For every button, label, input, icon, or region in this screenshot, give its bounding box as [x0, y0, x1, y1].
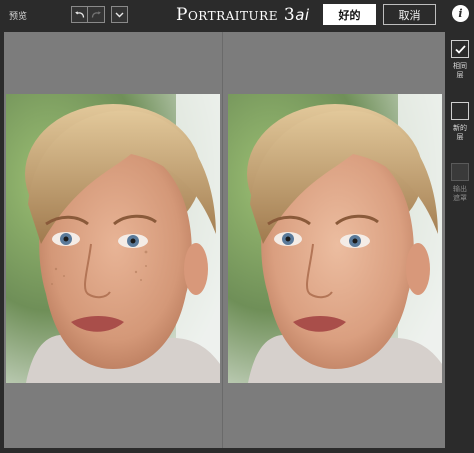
same-layer-checkbox[interactable] — [451, 40, 469, 58]
output-mask-label-line1: 输出 — [453, 185, 467, 193]
app-title-version: 3 — [283, 5, 296, 25]
top-toolbar: 预览 Portraiture 3ai 好的 取消 i — [0, 0, 474, 30]
history-dropdown-button[interactable] — [111, 6, 128, 23]
new-layer-option[interactable]: 新的 层 — [449, 102, 471, 142]
chevron-down-icon — [115, 12, 124, 17]
undo-icon — [75, 11, 85, 18]
app-title-suffix: ai — [295, 6, 310, 24]
undo-redo-group — [71, 6, 105, 23]
output-mask-label: 输出 遮罩 — [449, 185, 471, 203]
checkmark-icon — [454, 44, 466, 54]
app-title-name: Portraiture — [176, 5, 278, 25]
cancel-button[interactable]: 取消 — [383, 4, 436, 25]
redo-button[interactable] — [88, 6, 105, 23]
app-title: Portraiture 3ai — [176, 5, 310, 25]
ok-button[interactable]: 好的 — [323, 4, 376, 25]
new-layer-label: 新的 层 — [449, 124, 471, 142]
output-mask-option[interactable]: 输出 遮罩 — [449, 163, 471, 203]
before-preview-image — [6, 94, 220, 383]
preview-divider[interactable] — [222, 32, 223, 448]
same-layer-label-line2: 层 — [456, 71, 464, 79]
undo-button[interactable] — [71, 6, 88, 23]
preview-label: 预览 — [9, 12, 28, 22]
new-layer-label-line1: 新的 — [453, 124, 467, 132]
same-layer-option[interactable]: 相同 层 — [449, 40, 471, 80]
new-layer-checkbox[interactable] — [451, 102, 469, 120]
new-layer-label-line2: 层 — [456, 133, 464, 141]
after-preview-image — [228, 94, 442, 383]
same-layer-label: 相同 层 — [449, 62, 471, 80]
redo-icon — [91, 11, 101, 18]
output-mask-label-line2: 遮罩 — [453, 194, 467, 202]
same-layer-label-line1: 相同 — [453, 62, 467, 70]
info-icon[interactable]: i — [452, 5, 469, 22]
output-mask-checkbox[interactable] — [451, 163, 469, 181]
